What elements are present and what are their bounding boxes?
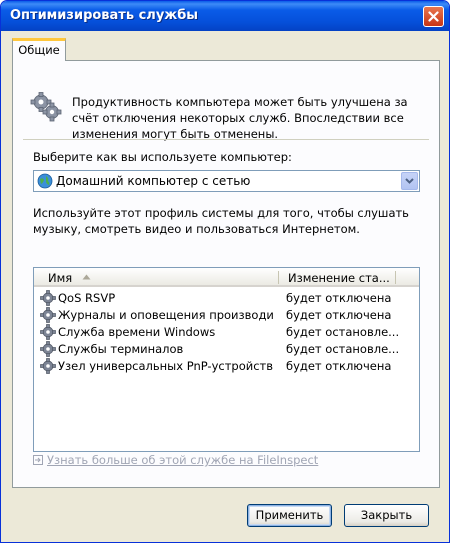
separator bbox=[23, 139, 429, 140]
service-status: будет отключена bbox=[286, 359, 392, 373]
table-row[interactable]: QoS RSVP будет отключена bbox=[38, 290, 416, 306]
apply-button[interactable]: Применить bbox=[247, 504, 332, 527]
fileinspect-link: Узнать больше об этой службе на FileInsp… bbox=[33, 453, 318, 467]
link-arrow-icon bbox=[33, 455, 43, 465]
service-status: будет отключена bbox=[286, 291, 392, 305]
dropdown-button[interactable] bbox=[401, 172, 418, 190]
service-gear-icon bbox=[40, 324, 56, 340]
gears-icon bbox=[30, 92, 62, 122]
service-status: будет остановле... bbox=[286, 325, 400, 339]
service-name: Служба времени Windows bbox=[58, 325, 216, 339]
tab-panel-general: Продуктивность компьютера может быть улу… bbox=[12, 60, 440, 488]
service-gear-icon bbox=[40, 358, 56, 374]
service-name: Узел универсальных PnP-устройств bbox=[58, 359, 273, 373]
tab-general[interactable]: Общие bbox=[12, 38, 66, 61]
close-button[interactable]: Закрыть bbox=[344, 504, 429, 527]
column-divider[interactable] bbox=[395, 271, 396, 284]
service-name: Журналы и оповещения производит... bbox=[58, 308, 273, 322]
fileinspect-link-text: Узнать больше об этой службе на FileInsp… bbox=[47, 453, 319, 467]
table-row[interactable]: Узел универсальных PnP-устройств будет о… bbox=[38, 358, 416, 374]
list-header: Имя Изменение ста... bbox=[34, 268, 419, 287]
profile-select-label: Выберите как вы используете компьютер: bbox=[33, 150, 292, 164]
service-gear-icon bbox=[40, 290, 56, 306]
close-icon bbox=[428, 11, 439, 22]
optimize-services-dialog: Оптимизировать службы Общие Продуктивнос… bbox=[0, 0, 450, 543]
window-title: Оптимизировать службы bbox=[10, 8, 199, 23]
column-header-status[interactable]: Изменение ста... bbox=[288, 271, 390, 285]
service-status: будет остановле... bbox=[286, 342, 400, 356]
service-status: будет отключена bbox=[286, 308, 392, 322]
intro-text: Продуктивность компьютера может быть улу… bbox=[72, 95, 408, 141]
profile-select-value: Домашний компьютер с сетью bbox=[56, 174, 251, 188]
service-name: QoS RSVP bbox=[58, 291, 116, 305]
column-divider[interactable] bbox=[278, 271, 279, 284]
service-gear-icon bbox=[40, 341, 56, 357]
profile-select[interactable]: Домашний компьютер с сетью bbox=[33, 170, 420, 192]
services-list[interactable]: Имя Изменение ста... QoS RSVP будет откл… bbox=[33, 267, 420, 452]
table-row[interactable]: Журналы и оповещения производит... будет… bbox=[38, 307, 416, 323]
table-row[interactable]: Службы терминалов будет остановле... bbox=[38, 341, 416, 357]
chevron-down-icon bbox=[405, 178, 414, 184]
network-globe-icon bbox=[37, 173, 53, 189]
service-name: Службы терминалов bbox=[58, 342, 184, 356]
table-row[interactable]: Служба времени Windows будет остановле..… bbox=[38, 324, 416, 340]
sort-ascending-icon bbox=[82, 274, 91, 280]
profile-description: Используйте этот профиль системы для тог… bbox=[33, 206, 409, 236]
column-header-name[interactable]: Имя bbox=[48, 271, 72, 285]
close-window-button[interactable] bbox=[423, 6, 444, 27]
title-bar[interactable]: Оптимизировать службы bbox=[1, 1, 449, 31]
service-gear-icon bbox=[40, 307, 56, 323]
